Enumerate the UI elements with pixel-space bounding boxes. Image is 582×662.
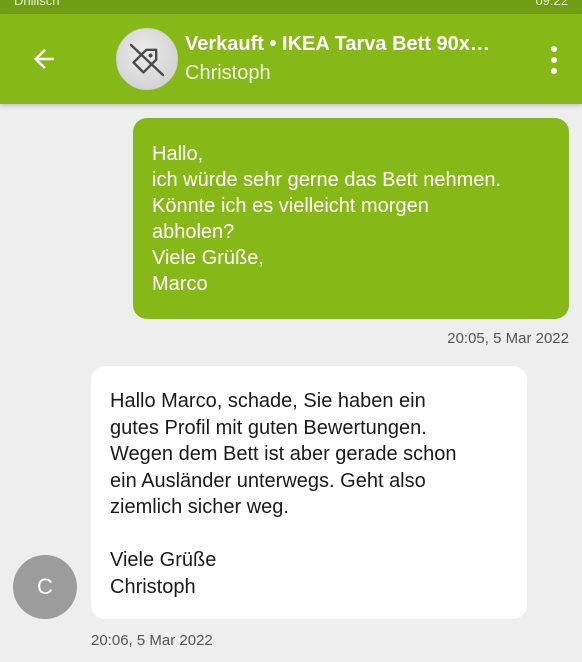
more-vertical-icon — [551, 46, 557, 52]
outgoing-message-bubble[interactable]: Hallo, ich würde sehr gerne das Bett neh… — [133, 118, 569, 319]
status-time: 09:22 — [535, 0, 568, 8]
chat-header: Verkauft • IKEA Tarva Bett 90x… Christop… — [0, 14, 582, 104]
tag-icon — [117, 29, 177, 89]
arrow-left-icon — [34, 49, 54, 69]
contact-name: Christoph — [185, 62, 271, 84]
status-bar: Drillisch 09:22 — [0, 0, 582, 14]
incoming-message-time: 20:06, 5 Mar 2022 — [91, 632, 213, 649]
incoming-message-bubble[interactable]: Hallo Marco, schade, Sie haben ein gutes… — [91, 366, 527, 619]
carrier-name: Drillisch — [14, 0, 60, 8]
listing-thumbnail[interactable] — [116, 28, 178, 90]
outgoing-message-time: 20:05, 5 Mar 2022 — [447, 330, 569, 347]
more-options-button[interactable] — [544, 40, 564, 80]
conversation-title: Verkauft • IKEA Tarva Bett 90x… — [185, 33, 490, 55]
back-button[interactable] — [20, 38, 68, 80]
contact-avatar[interactable]: C — [13, 555, 77, 619]
